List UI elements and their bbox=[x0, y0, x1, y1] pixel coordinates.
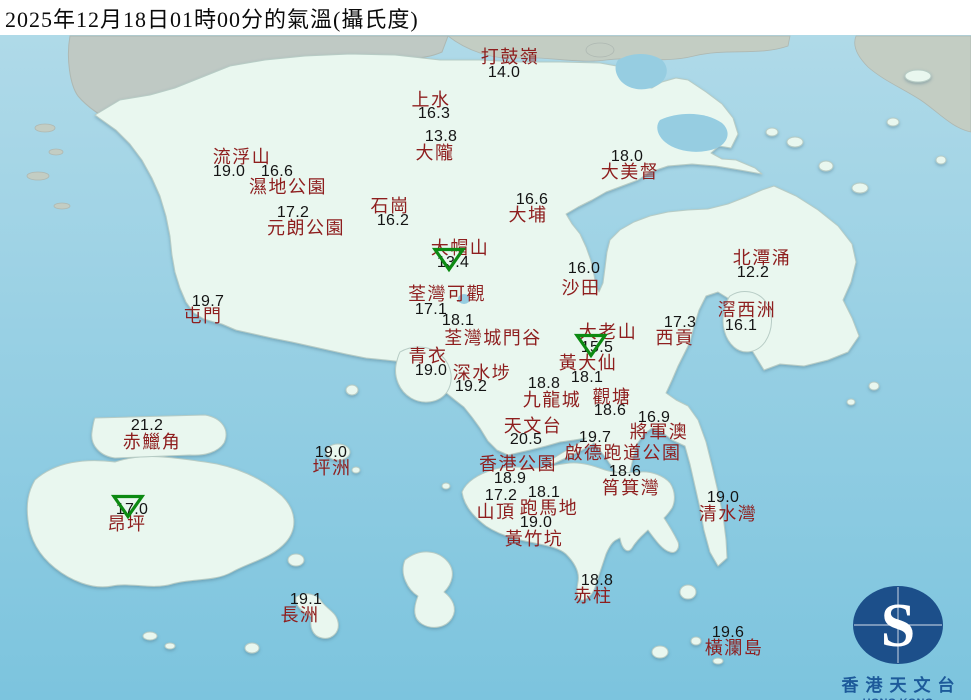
station-name: 赤柱 bbox=[573, 586, 613, 606]
station-name: 沙田 bbox=[561, 278, 601, 298]
hko-logo-monogram: S bbox=[881, 592, 915, 660]
station-name: 大隴 bbox=[415, 143, 455, 163]
station-name: 昂坪 bbox=[107, 514, 147, 534]
station-name: 清水灣 bbox=[698, 504, 758, 524]
station-name: 大埔 bbox=[508, 205, 548, 225]
station-name: 坪洲 bbox=[312, 458, 352, 478]
station-name: 青衣 bbox=[408, 346, 448, 366]
station-name: 大美督 bbox=[600, 162, 660, 182]
station-name: 滘西洲 bbox=[717, 300, 777, 320]
station-name: 山頂 bbox=[476, 502, 516, 522]
hko-logo-emblem: S bbox=[853, 586, 943, 664]
station-name: 屯門 bbox=[183, 306, 223, 326]
station-name: 石崗 bbox=[370, 196, 410, 216]
title-bar: 2025年12月18日01時00分的氣溫(攝氏度) bbox=[0, 0, 971, 35]
station-name: 上水 bbox=[411, 90, 451, 110]
station-name: 深水埗 bbox=[452, 363, 512, 383]
station-name: 濕地公園 bbox=[249, 177, 327, 197]
station-name: 大帽山 bbox=[430, 238, 490, 258]
hko-logo-cn: 香港天文台 bbox=[841, 676, 962, 695]
station-name: 香港公園 bbox=[479, 454, 557, 474]
station-name: 荃灣可觀 bbox=[408, 284, 486, 304]
station-name: 赤鱲角 bbox=[122, 432, 182, 452]
station-name: 元朗公園 bbox=[267, 218, 345, 238]
station-name: 九龍城 bbox=[522, 390, 582, 410]
station-name: 天文台 bbox=[503, 416, 563, 436]
station-name: 橫瀾島 bbox=[704, 638, 764, 658]
station-name: 黃大仙 bbox=[558, 353, 618, 373]
weather-map-screen: 2025年12月18日01時00分的氣溫(攝氏度) 14.0 打鼓嶺 16.3 上水 1… bbox=[0, 0, 971, 700]
station-name: 北潭涌 bbox=[732, 248, 792, 268]
station-name: 觀塘 bbox=[592, 387, 632, 407]
station-name: 打鼓嶺 bbox=[480, 47, 540, 67]
station-name: 西貢 bbox=[655, 328, 695, 348]
hko-logo: S 香港天文台 HONG KONG OBSERVATORY bbox=[824, 582, 971, 700]
station-name: 啟德跑道公園 bbox=[564, 443, 682, 463]
map-title: 2025年12月18日01時00分的氣溫(攝氏度) bbox=[5, 6, 419, 32]
station-name: 筲箕灣 bbox=[601, 478, 661, 498]
station-name: 黃竹坑 bbox=[504, 529, 564, 549]
station-name: 大老山 bbox=[578, 322, 638, 342]
station-name: 長洲 bbox=[280, 605, 320, 625]
station-name: 荃灣城門谷 bbox=[444, 328, 542, 348]
